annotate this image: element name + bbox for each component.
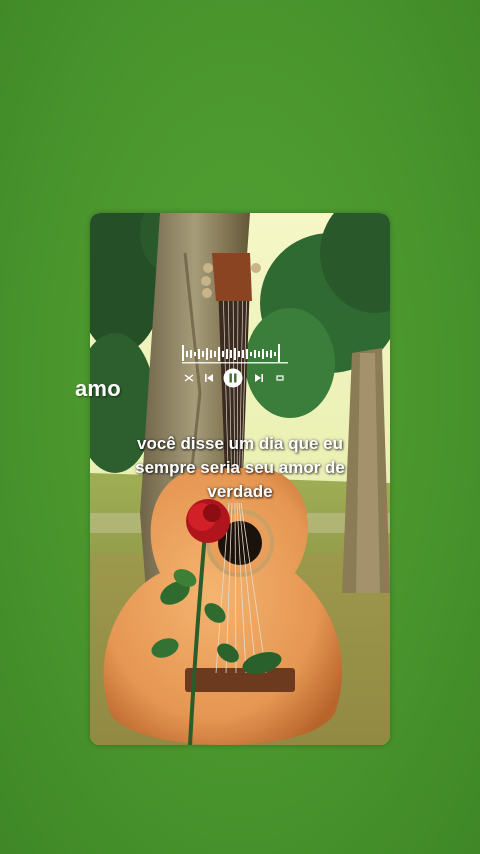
shuffle-icon[interactable] xyxy=(182,368,196,388)
waveform-icon xyxy=(182,344,288,364)
lyrics-line-3: verdade xyxy=(207,482,273,501)
lyrics-line-1: você disse um dia que eu xyxy=(137,434,343,453)
pause-icon[interactable] xyxy=(223,368,243,388)
lyrics-line-2: sempre seria seu amor de xyxy=(135,458,345,477)
player-controls xyxy=(180,368,290,388)
previous-icon[interactable] xyxy=(202,368,216,388)
repeat-icon[interactable] xyxy=(273,368,287,388)
lyrics-caption: você disse um dia que eu sempre seria se… xyxy=(100,432,380,504)
mini-player[interactable] xyxy=(180,340,290,390)
side-word-label: amo xyxy=(75,376,121,401)
next-icon[interactable] xyxy=(252,368,266,388)
